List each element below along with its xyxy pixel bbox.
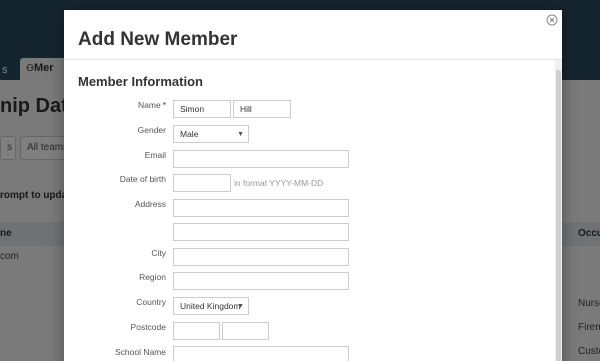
school-name-label: School Name: [114, 347, 166, 357]
name-label-text: Name: [138, 100, 161, 110]
city-label: City: [151, 248, 166, 258]
add-member-dialog: Add New Member Member Information Name * …: [64, 10, 562, 361]
school-name-input[interactable]: [173, 346, 349, 361]
required-marker: *: [162, 100, 166, 110]
dialog-header: Add New Member: [64, 10, 562, 60]
last-name-input[interactable]: Hill: [233, 100, 291, 118]
dob-input[interactable]: [173, 174, 231, 192]
email-label: Email: [144, 150, 166, 160]
region-label: Region: [139, 272, 166, 282]
gender-label: Gender: [137, 125, 166, 135]
name-label: Name *: [138, 100, 166, 110]
section-title: Member Information: [78, 74, 203, 89]
region-input[interactable]: [173, 272, 349, 290]
gender-value: Male: [180, 129, 199, 139]
first-name-input[interactable]: Simon: [173, 100, 231, 118]
address-line2-input[interactable]: [173, 223, 349, 241]
chevron-down-icon: ▼: [237, 303, 244, 310]
postcode-label: Postcode: [130, 322, 166, 332]
country-label: Country: [136, 297, 166, 307]
dob-format-hint: in format YYYY-MM-DD: [234, 178, 324, 188]
dialog-title: Add New Member: [78, 29, 238, 50]
country-value: United Kingdom: [180, 301, 241, 311]
dob-label: Date of birth: [119, 174, 166, 184]
address-line1-input[interactable]: [173, 199, 349, 217]
gender-select[interactable]: Male ▼: [173, 125, 249, 143]
chevron-down-icon: ▼: [237, 131, 244, 138]
postcode-part2-input[interactable]: [222, 322, 269, 340]
country-select[interactable]: United Kingdom ▼: [173, 297, 249, 315]
scrollbar-thumb[interactable]: [556, 70, 561, 361]
city-input[interactable]: [173, 248, 349, 266]
email-field[interactable]: [173, 150, 349, 168]
close-icon[interactable]: [546, 14, 558, 26]
postcode-part1-input[interactable]: [173, 322, 220, 340]
address-label: Address: [134, 199, 166, 209]
